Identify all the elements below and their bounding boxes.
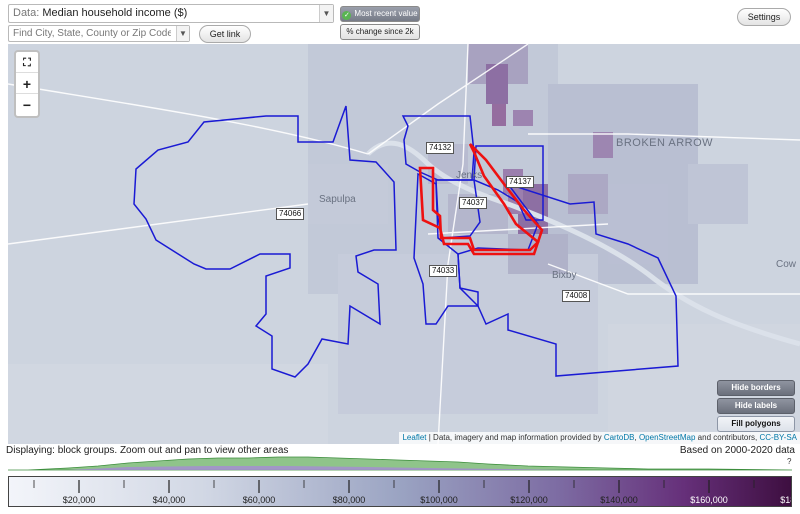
percent-change-toggle[interactable]: % change since 2k [340, 24, 420, 40]
osm-link[interactable]: OpenStreetMap [639, 433, 695, 442]
map-base-layer [8, 44, 800, 444]
get-link-button[interactable]: Get link [199, 25, 251, 43]
location-search-input[interactable] [8, 25, 190, 42]
legend-tick-label: $120,000 [510, 495, 548, 505]
district-label[interactable]: 74132 [426, 142, 455, 154]
leaflet-link[interactable]: Leaflet [402, 433, 426, 442]
legend-tick-label: $80,000 [333, 495, 366, 505]
district-label[interactable]: 74037 [459, 197, 488, 209]
district-label[interactable]: 74008 [562, 290, 591, 302]
place-label-broken-arrow: BROKEN ARROW [616, 137, 714, 149]
zoom-control: ⛶ + − [14, 50, 40, 118]
data-select-prefix: Data: [13, 7, 40, 19]
legend-tick-label: $180,000 [780, 495, 792, 505]
color-legend[interactable]: $20,000 $40,000 $60,000 $80,000 $100,000 $120… [8, 476, 792, 507]
legend-tick-label: $140,000 [600, 495, 638, 505]
legend-tick-label: $100,000 [420, 495, 458, 505]
district-label[interactable]: 74066 [276, 208, 305, 220]
map-attribution: Leaflet | Data, imagery and map informat… [399, 432, 800, 444]
legend-tick-label: $20,000 [63, 495, 96, 505]
map-view[interactable]: ⛶ + − BROKEN ARROW Sapulpa Jenks Bixby C… [8, 44, 800, 444]
data-select-value: Median household income ($) [42, 7, 188, 19]
fullscreen-icon[interactable]: ⛶ [16, 53, 38, 73]
hide-labels-button[interactable]: Hide labels [717, 398, 795, 414]
legend-tick-label: $40,000 [153, 495, 186, 505]
cartodb-link[interactable]: CartoDB [604, 433, 635, 442]
place-label-jenks: Jenks [456, 170, 483, 181]
most-recent-label: Most recent value [354, 9, 418, 18]
hide-borders-button[interactable]: Hide borders [717, 380, 795, 396]
legend-tick-label: $60,000 [243, 495, 276, 505]
data-select[interactable]: Data: Median household income ($) ▼ [8, 4, 334, 23]
district-label[interactable]: 74137 [506, 176, 535, 188]
checkmark-icon: ✓ [342, 11, 352, 20]
license-link[interactable]: CC-BY-SA [760, 433, 798, 442]
zoom-in-button[interactable]: + [16, 74, 38, 94]
attribution-text: | Data, imagery and map information prov… [428, 433, 602, 442]
legend-gradient: $20,000 $40,000 $60,000 $80,000 $100,000 $120… [9, 477, 792, 506]
most-recent-value-toggle[interactable]: ✓ Most recent value [340, 6, 420, 22]
zoom-out-button[interactable]: − [16, 95, 38, 115]
place-label-coweta: Cow [776, 259, 797, 270]
attribution-tail: and contributors, [697, 433, 758, 442]
legend-tick-label: $160,000 [690, 495, 728, 505]
toolbar: Data: Median household income ($) ▼ ▼ Ge… [0, 0, 800, 44]
distribution-histogram: ? [8, 456, 792, 471]
chevron-down-icon[interactable]: ▼ [176, 26, 189, 41]
settings-button[interactable]: Settings [737, 8, 791, 26]
fill-polygons-button[interactable]: Fill polygons [717, 416, 795, 432]
chevron-down-icon[interactable]: ▼ [319, 5, 333, 22]
place-label-sapulpa: Sapulpa [319, 194, 356, 205]
district-label[interactable]: 74033 [429, 265, 458, 277]
unknown-marker: ? [787, 457, 792, 466]
place-label-bixby: Bixby [552, 270, 577, 281]
